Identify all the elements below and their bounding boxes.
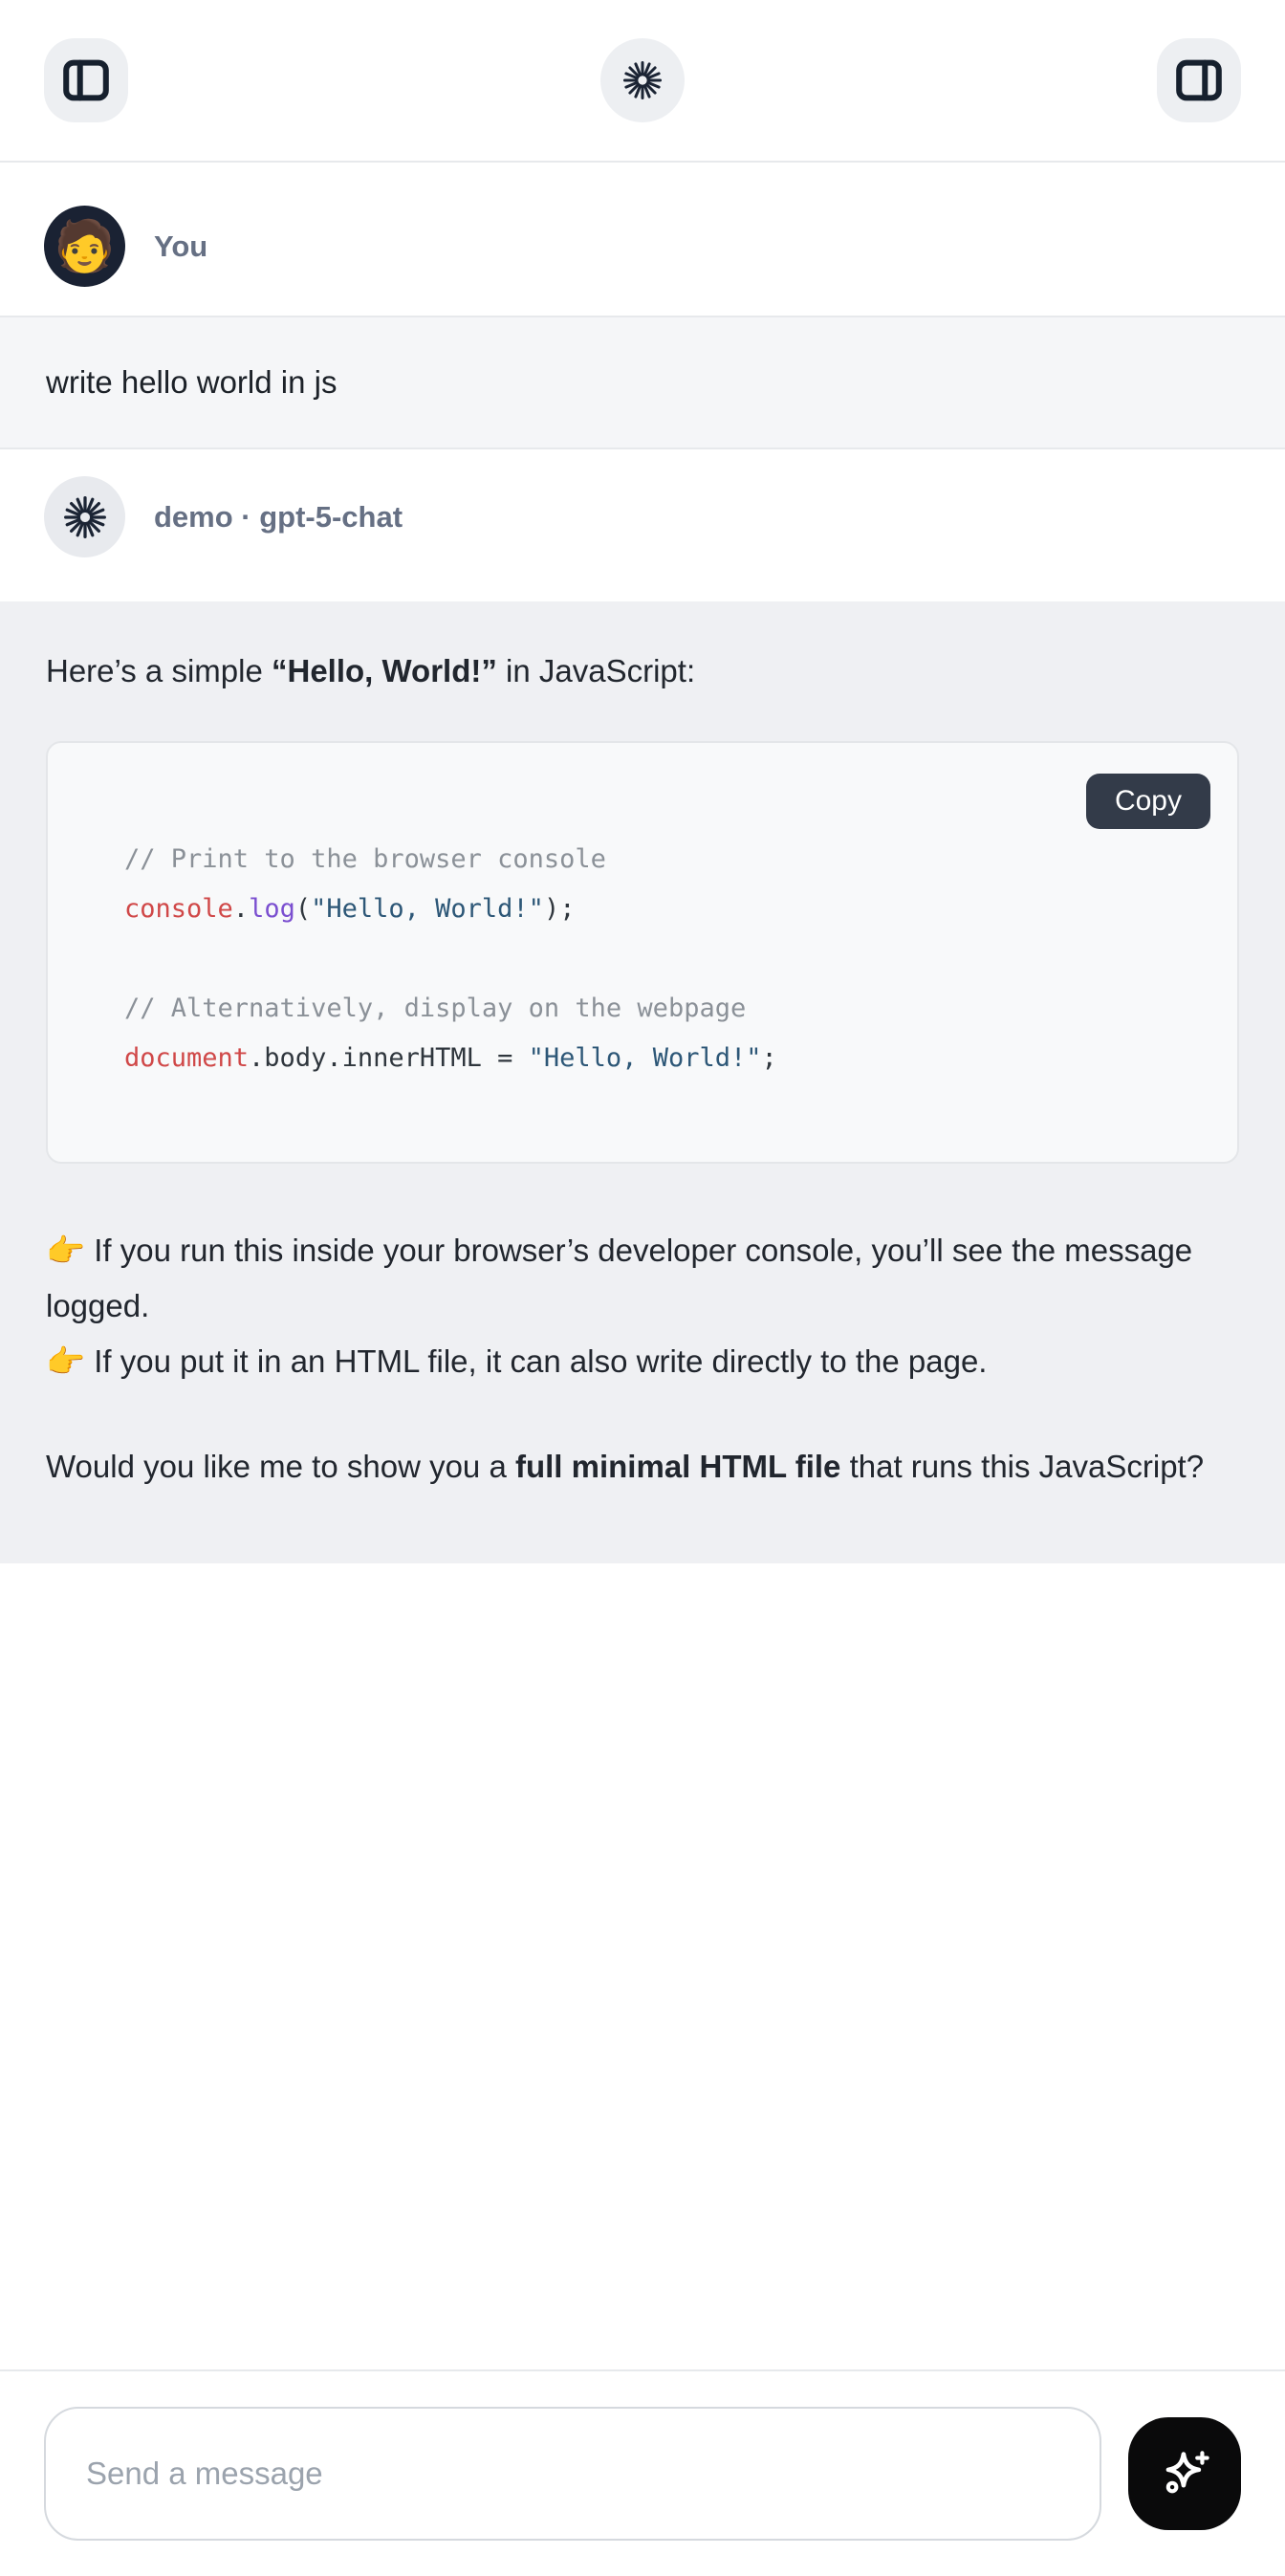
- tip-line: 👉 If you run this inside your browser’s …: [46, 1223, 1239, 1334]
- user-message-text: write hello world in js: [46, 364, 337, 401]
- user-sender-label: You: [154, 229, 207, 264]
- composer-bar: [0, 2369, 1285, 2576]
- panel-left-icon: [58, 53, 114, 108]
- intro-bold: “Hello, World!”: [272, 653, 497, 688]
- message-input[interactable]: [44, 2407, 1101, 2541]
- question-prefix: Would you like me to show you a: [46, 1449, 515, 1484]
- assistant-message-bubble: Here’s a simple “Hello, World!” in JavaS…: [0, 601, 1285, 1563]
- assistant-sender-label: demo · gpt-5-chat: [154, 500, 403, 535]
- chat-app: 🧑 You write hello world in js demo · gpt…: [0, 0, 1285, 2576]
- code-content: // Print to the browser consoleconsole.l…: [124, 835, 1199, 1083]
- sidebar-toggle-button[interactable]: [44, 38, 128, 122]
- model-button[interactable]: [600, 38, 685, 122]
- code-block: Copy // Print to the browser consolecons…: [46, 741, 1239, 1164]
- copy-button[interactable]: Copy: [1086, 774, 1210, 829]
- user-avatar-emoji: 🧑: [54, 222, 116, 272]
- tip-line: 👉 If you put it in an HTML file, it can …: [46, 1334, 1239, 1389]
- sparkle-icon: [1153, 2442, 1216, 2505]
- assistant-tips: 👉 If you run this inside your browser’s …: [46, 1223, 1239, 1389]
- assistant-sender-row: demo · gpt-5-chat: [0, 476, 1285, 557]
- intro-suffix: in JavaScript:: [497, 653, 695, 688]
- starburst-icon: [63, 495, 107, 539]
- assistant-avatar: [44, 476, 125, 557]
- right-panel-toggle-button[interactable]: [1157, 38, 1241, 122]
- starburst-icon: [622, 60, 663, 100]
- user-avatar: 🧑: [44, 206, 125, 287]
- intro-prefix: Here’s a simple: [46, 653, 272, 688]
- chat-scroll-area[interactable]: 🧑 You write hello world in js demo · gpt…: [0, 163, 1285, 2369]
- assistant-question: Would you like me to show you a full min…: [46, 1439, 1239, 1495]
- panel-right-icon: [1171, 53, 1227, 108]
- sparkle-send-button[interactable]: [1128, 2417, 1241, 2530]
- user-message-bubble: write hello world in js: [0, 316, 1285, 449]
- user-sender-row: 🧑 You: [0, 206, 1285, 287]
- question-suffix: that runs this JavaScript?: [840, 1449, 1204, 1484]
- top-bar: [0, 0, 1285, 163]
- empty-space: [0, 1563, 1285, 2369]
- question-bold: full minimal HTML file: [515, 1449, 840, 1484]
- assistant-intro-text: Here’s a simple “Hello, World!” in JavaS…: [46, 644, 1239, 699]
